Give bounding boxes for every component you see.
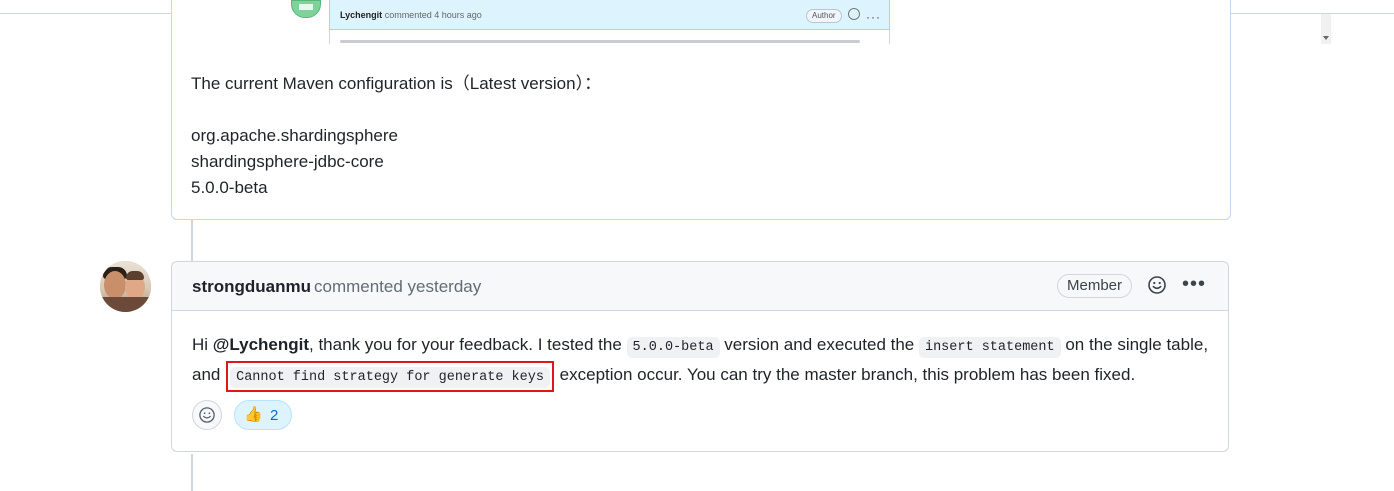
highlight-annotation-box: Cannot find strategy for generate keys — [226, 361, 554, 392]
code-version: 5.0.0-beta — [626, 337, 720, 358]
body-text-1: Hi — [192, 335, 213, 354]
thumbs-up-icon: 👍 — [244, 406, 263, 423]
comment-card: strongduanmu commented yesterday Member … — [171, 261, 1229, 452]
comment-header: strongduanmu commented yesterday Member … — [172, 262, 1228, 311]
body-text-5: exception occur. You can try the master … — [554, 365, 1136, 384]
comment-body: Hi @Lychengit, thank you for your feedba… — [192, 332, 1212, 392]
embedded-screenshot: Lychengit commented 4 hours ago Author ·… — [291, 0, 1331, 44]
comment-timestamp[interactable]: commented yesterday — [314, 277, 481, 297]
add-reaction-icon[interactable] — [1148, 276, 1166, 294]
embedded-meta: commented 4 hours ago — [384, 10, 482, 20]
maven-artifact-id: shardingsphere-jdbc-core — [191, 152, 384, 171]
embedded-comment-header: Lychengit commented 4 hours ago Author ·… — [329, 0, 890, 30]
embedded-more-icon: ··· — [866, 10, 881, 24]
timeline-line-bottom — [191, 454, 193, 491]
body-text-2: , thank you for your feedback. I tested … — [309, 335, 627, 354]
avatar[interactable] — [100, 261, 151, 312]
member-badge: Member — [1057, 274, 1133, 298]
embedded-avatar — [291, 0, 321, 18]
maven-version: 5.0.0-beta — [191, 178, 268, 197]
smiley-icon — [199, 407, 215, 423]
embedded-comment-body — [329, 30, 890, 44]
embedded-author: Lychengit — [340, 10, 383, 20]
reaction-count: 2 — [270, 407, 279, 424]
code-exception-message: Cannot find strategy for generate keys — [230, 367, 550, 388]
thumbs-up-reaction-button[interactable]: 👍 2 — [234, 400, 292, 430]
add-reaction-button[interactable] — [192, 400, 222, 430]
code-insert-statement: insert statement — [918, 337, 1061, 358]
embedded-author-badge: Author — [806, 9, 842, 23]
maven-config-intro: The current Maven configuration is（Lates… — [191, 74, 602, 93]
previous-comment-card: Lychengit commented 4 hours ago Author ·… — [171, 0, 1331, 220]
timeline-line — [191, 220, 193, 261]
more-options-icon[interactable]: ••• — [1182, 274, 1206, 294]
comment-author-link[interactable]: strongduanmu — [192, 277, 311, 297]
embedded-smile-icon — [848, 8, 860, 20]
user-mention[interactable]: @Lychengit — [213, 335, 309, 354]
embedded-scrollbar[interactable] — [1321, 14, 1331, 44]
body-text-3: version and executed the — [719, 335, 919, 354]
maven-group-id: org.apache.shardingsphere — [191, 126, 398, 145]
embedded-blurred-text — [340, 40, 860, 43]
